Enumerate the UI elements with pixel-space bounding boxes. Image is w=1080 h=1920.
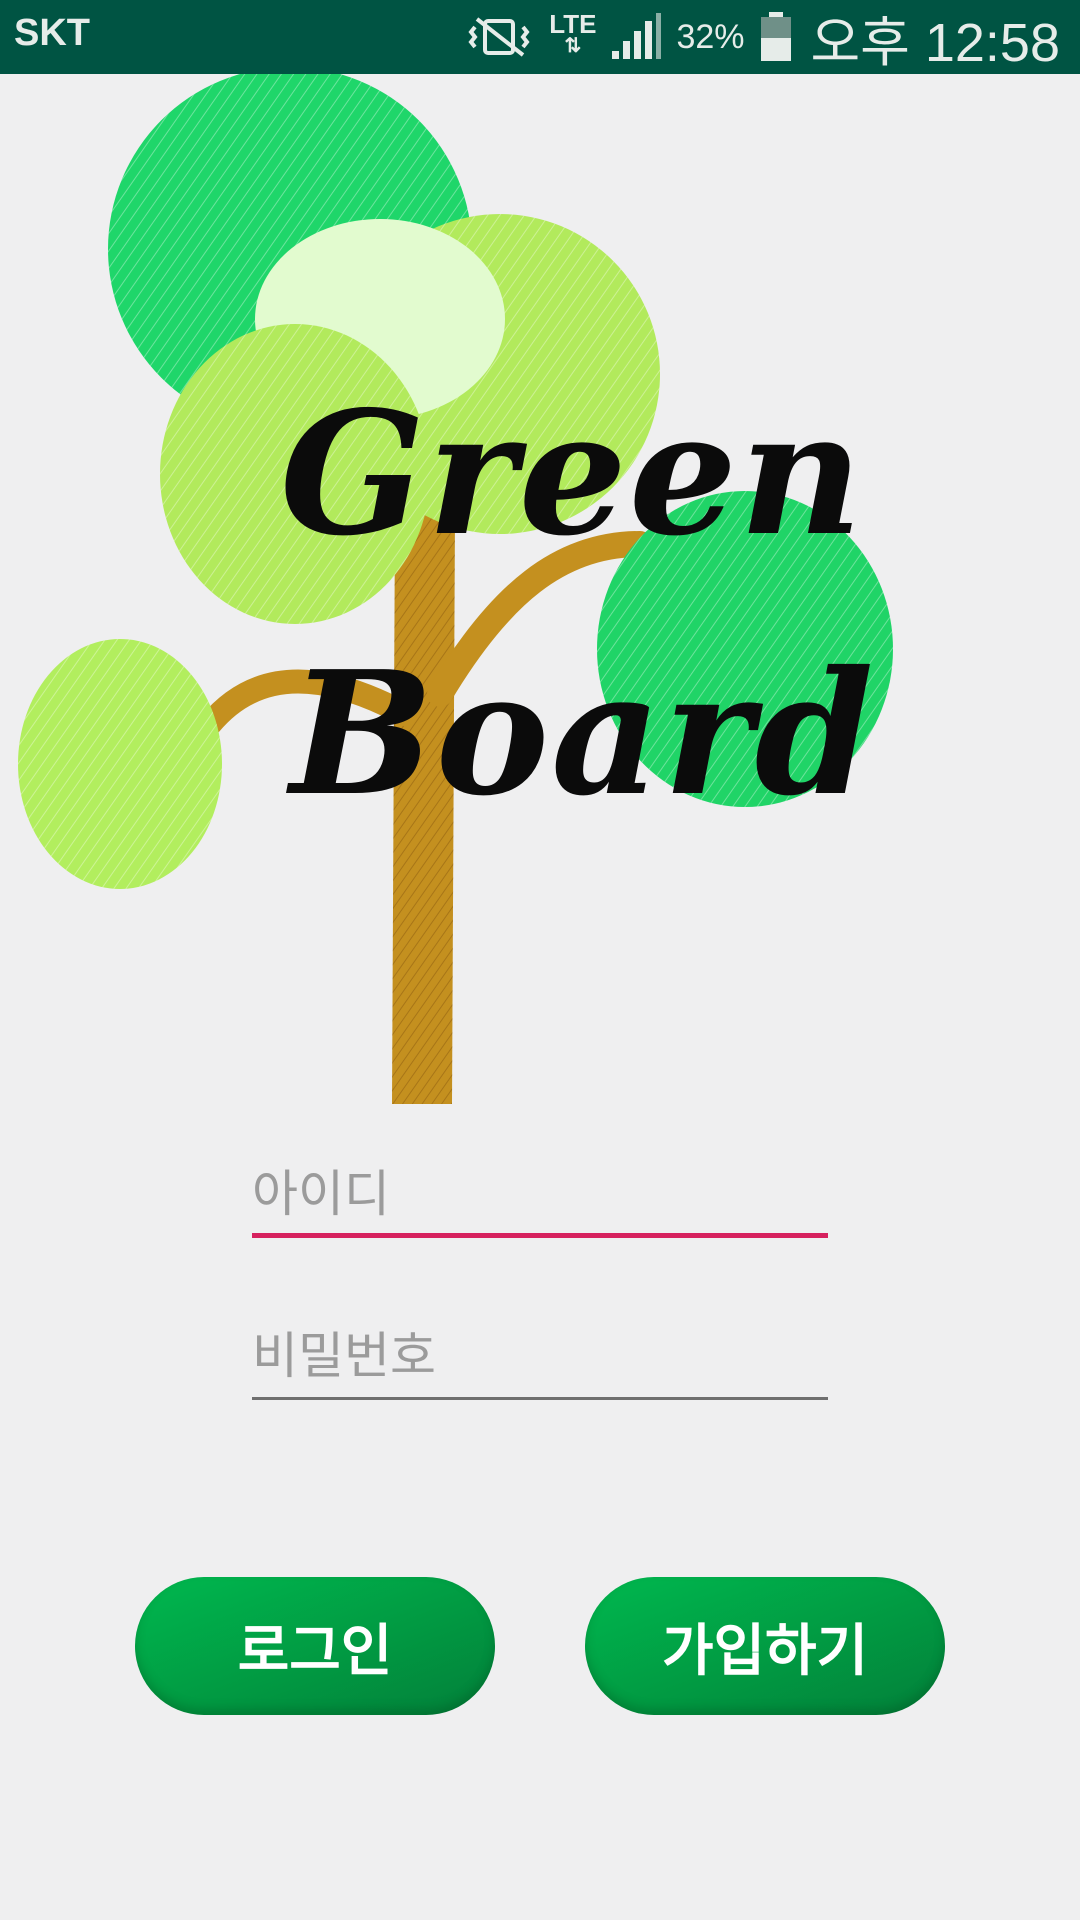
id-input[interactable] <box>252 1158 828 1230</box>
login-button[interactable]: 로그인 <box>135 1577 495 1715</box>
battery-percent: 32% <box>676 17 745 56</box>
clock: 오후 12:58 <box>810 12 1061 73</box>
password-field[interactable] <box>252 1320 828 1400</box>
logo-text-green: Green <box>280 374 865 574</box>
data-arrows-icon: ⇅ <box>564 35 582 57</box>
status-icons: LTE ⇅ 32% 오후 12:58 <box>463 0 1060 74</box>
signup-button[interactable]: 가입하기 <box>585 1577 945 1715</box>
status-bar: SKT LTE ⇅ 32% 오후 12:58 <box>0 0 1080 74</box>
lte-data-icon: LTE ⇅ <box>549 11 596 57</box>
password-underline <box>252 1397 828 1400</box>
logo-area: Green Board <box>0 74 1080 1114</box>
tree-illustration <box>18 74 893 1104</box>
vibrate-mute-icon <box>468 17 530 57</box>
carrier-label: SKT <box>14 12 90 54</box>
password-input[interactable] <box>252 1320 828 1392</box>
signal-icon <box>612 13 662 59</box>
battery-icon <box>760 12 791 61</box>
logo-text-board: Board <box>290 634 876 834</box>
id-field[interactable] <box>252 1158 828 1238</box>
id-underline <box>252 1233 828 1238</box>
